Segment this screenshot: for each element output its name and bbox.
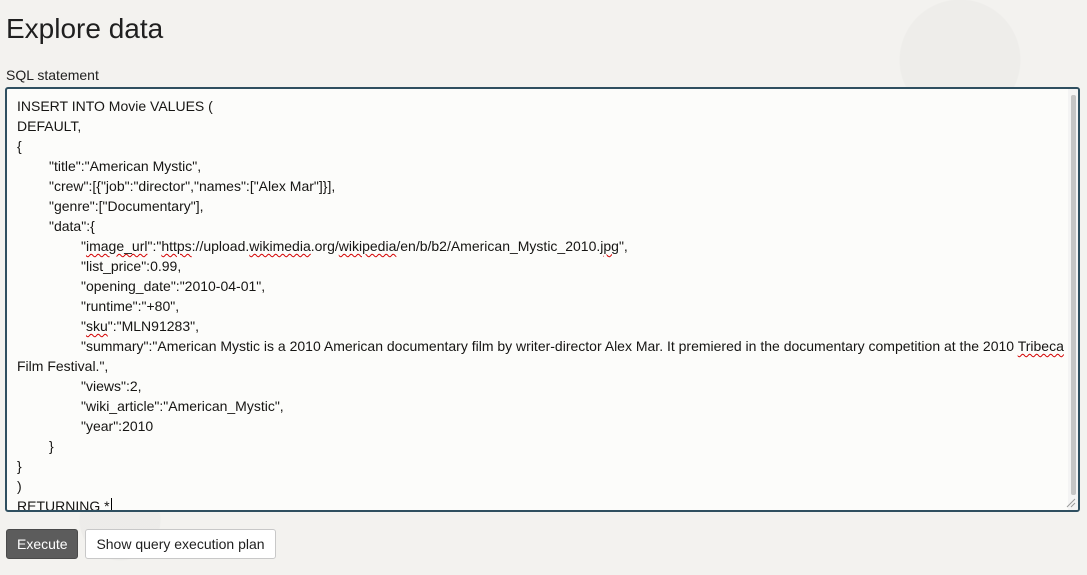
sql-line: "year":2010 bbox=[81, 418, 154, 434]
sql-line: RETURNING * bbox=[17, 498, 112, 512]
sql-line: ) bbox=[17, 478, 22, 494]
sql-line: DEFAULT, bbox=[17, 118, 82, 134]
sql-line: "views":2, bbox=[81, 378, 142, 394]
spellcheck-mark: sku bbox=[85, 318, 108, 334]
spellcheck-mark: image_url bbox=[85, 238, 148, 254]
sql-line: "data":{ bbox=[49, 218, 95, 234]
spellcheck-mark: https bbox=[161, 238, 192, 254]
spellcheck-mark: Tribeca bbox=[1017, 338, 1064, 354]
scrollbar-thumb[interactable] bbox=[1071, 95, 1076, 495]
sql-line: "opening_date":"2010-04-01", bbox=[81, 278, 266, 294]
resize-handle-icon[interactable] bbox=[1064, 496, 1076, 508]
text-cursor bbox=[110, 498, 112, 510]
spellcheck-mark: jpg bbox=[600, 238, 619, 254]
spellcheck-mark: wikimedia bbox=[249, 238, 311, 254]
sql-line: "sku":"MLN91283", bbox=[81, 318, 199, 334]
sql-line: } bbox=[49, 438, 54, 454]
sql-line: "genre":["Documentary"], bbox=[49, 198, 204, 214]
page-title: Explore data bbox=[6, 13, 164, 44]
sql-code-text[interactable]: INSERT INTO Movie VALUES ( DEFAULT, { "titl… bbox=[17, 96, 1064, 512]
sql-line: INSERT INTO Movie VALUES ( bbox=[17, 98, 213, 114]
sql-line: "crew":[{"job":"director","names":["Alex… bbox=[49, 178, 336, 194]
sql-line: "title":"American Mystic", bbox=[49, 158, 202, 174]
sql-line: "list_price":0.99, bbox=[81, 258, 182, 274]
sql-line: { bbox=[17, 138, 22, 154]
sql-statement-textarea[interactable]: INSERT INTO Movie VALUES ( DEFAULT, { "titl… bbox=[5, 87, 1080, 512]
sql-line: "image_url":"https://upload.wikimedia.or… bbox=[81, 238, 628, 254]
sql-statement-label: SQL statement bbox=[6, 67, 99, 83]
sql-line: "runtime":"+80", bbox=[81, 298, 180, 314]
vertical-scrollbar[interactable] bbox=[1068, 89, 1078, 510]
spellcheck-mark: wikipedia bbox=[338, 238, 397, 254]
sql-line: "summary":"American Mystic is a 2010 Ame… bbox=[81, 338, 1064, 354]
execute-button[interactable]: Execute bbox=[6, 529, 78, 559]
sql-line: } bbox=[17, 458, 22, 474]
sql-line: "wiki_article":"American_Mystic", bbox=[81, 398, 284, 414]
show-query-plan-button[interactable]: Show query execution plan bbox=[85, 529, 276, 559]
sql-line: Film Festival.", bbox=[17, 358, 109, 374]
